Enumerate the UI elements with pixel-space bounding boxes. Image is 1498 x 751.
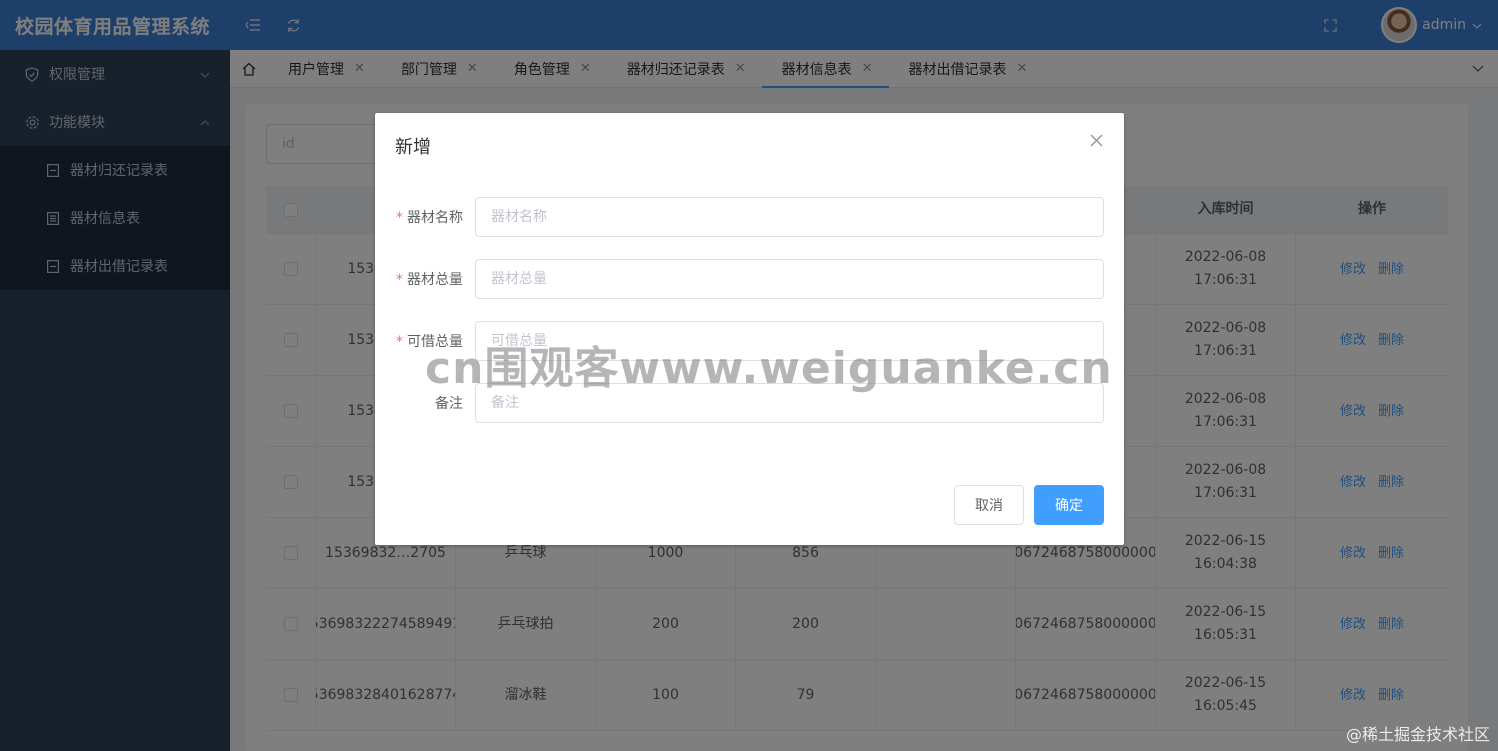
form-item-name: * 器材名称 器材名称 bbox=[375, 197, 1124, 237]
required-asterisk: * bbox=[396, 272, 403, 288]
dialog-title: 新增 bbox=[395, 137, 431, 158]
add-dialog: 新增 * 器材名称 器材名称 * 器材总量 器材总量 * 可借总量 可借总量 备注 备… bbox=[375, 113, 1124, 545]
required-asterisk: * bbox=[396, 210, 403, 226]
corner-watermark: @稀土掘金技术社区 bbox=[1345, 725, 1490, 744]
confirm-button[interactable]: 确定 bbox=[1034, 485, 1104, 525]
form-item-total: * 器材总量 器材总量 bbox=[375, 259, 1124, 299]
close-icon[interactable] bbox=[1090, 134, 1106, 150]
equipment-name-input[interactable]: 器材名称 bbox=[475, 197, 1104, 237]
watermark: cn围观客www.weiguanke.cn bbox=[425, 343, 1113, 394]
required-asterisk: * bbox=[396, 334, 403, 350]
equipment-total-input[interactable]: 器材总量 bbox=[475, 259, 1104, 299]
cancel-button[interactable]: 取消 bbox=[954, 485, 1024, 525]
